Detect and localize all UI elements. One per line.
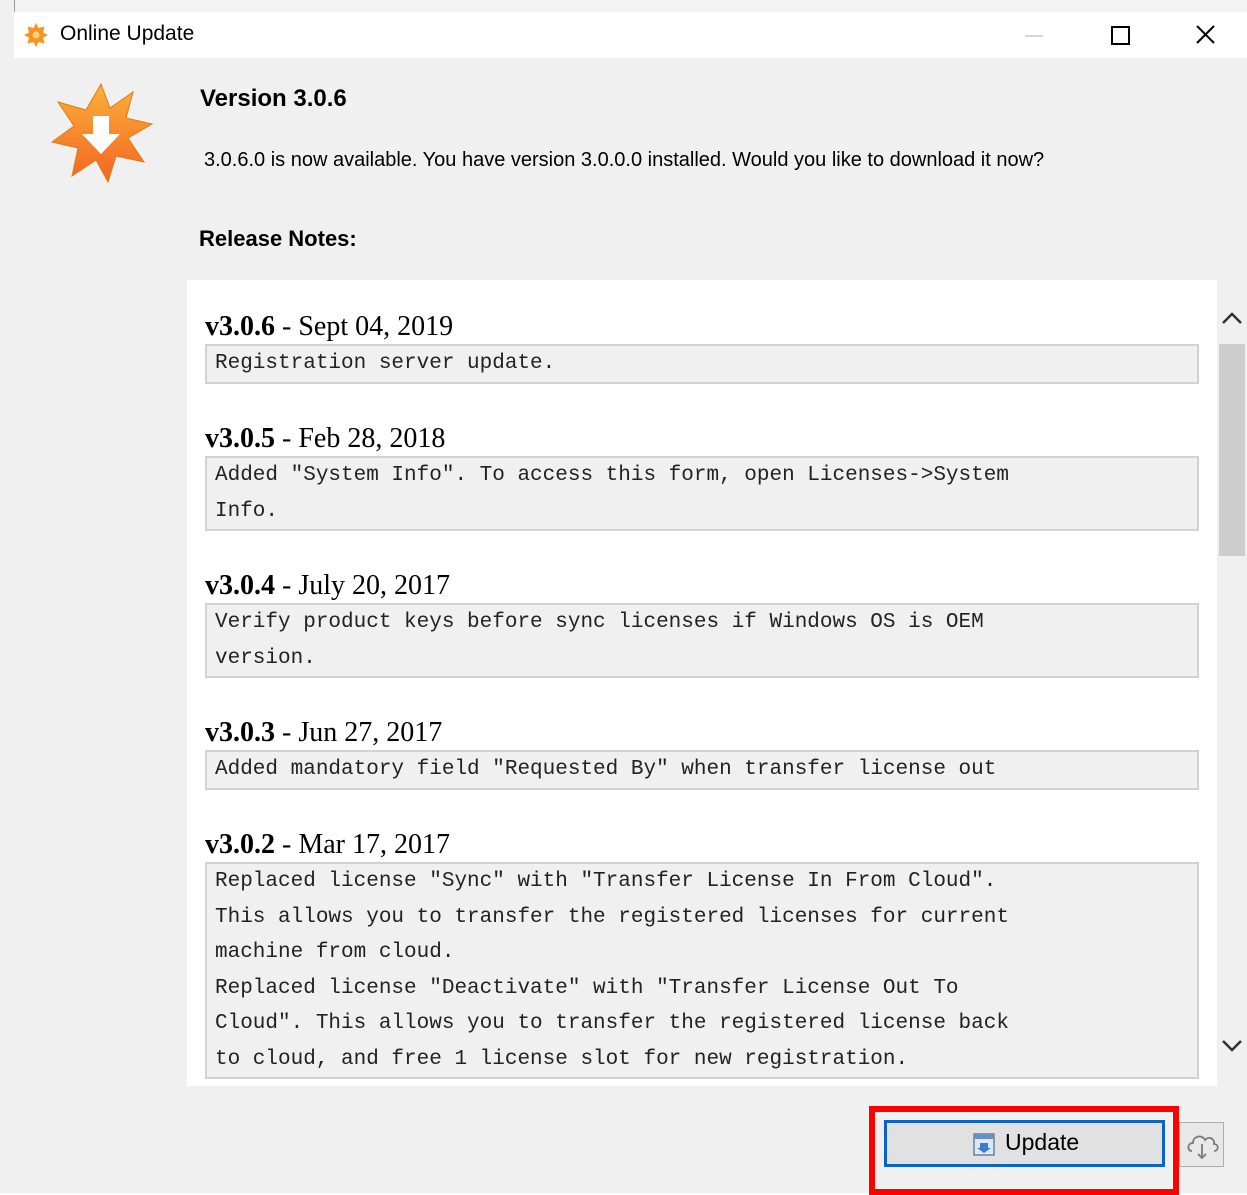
scroll-up-arrow-icon[interactable] — [1217, 304, 1247, 334]
release-note-version: v3.0.2 — [205, 829, 275, 860]
close-icon — [1196, 25, 1215, 44]
minimize-button[interactable] — [997, 12, 1077, 58]
cloud-download-button[interactable] — [1179, 1122, 1224, 1167]
release-notes-panel[interactable]: v3.0.6 - Sept 04, 2019 Registration serv… — [187, 280, 1217, 1086]
scrollbar-thumb[interactable] — [1219, 344, 1245, 556]
release-note: v3.0.3 - Jun 27, 2017 Added mandatory fi… — [205, 716, 1199, 790]
release-note: v3.0.4 - July 20, 2017 Verify product ke… — [205, 569, 1199, 678]
release-note-date: - Jun 27, 2017 — [275, 717, 443, 748]
release-note-body: Registration server update. — [205, 344, 1199, 384]
release-note-heading: v3.0.6 - Sept 04, 2019 — [205, 310, 1199, 344]
release-note-heading: v3.0.2 - Mar 17, 2017 — [205, 828, 1199, 862]
update-button-label: Update — [1005, 1129, 1080, 1155]
release-note-date: - July 20, 2017 — [275, 570, 450, 601]
version-title: Version 3.0.6 — [200, 85, 347, 112]
release-note-version: v3.0.5 — [205, 423, 275, 454]
release-note: v3.0.6 - Sept 04, 2019 Registration serv… — [205, 310, 1199, 384]
release-note-body: Verify product keys before sync licenses… — [205, 603, 1199, 678]
availability-message: 3.0.6.0 is now available. You have versi… — [204, 149, 1045, 171]
release-note-date: - Feb 28, 2018 — [275, 423, 446, 454]
maximize-button[interactable] — [1080, 12, 1160, 58]
cloud-download-icon — [1187, 1135, 1219, 1160]
release-notes-label: Release Notes: — [199, 226, 357, 251]
release-note-version: v3.0.3 — [205, 717, 275, 748]
update-button[interactable]: Update — [884, 1120, 1165, 1167]
release-note-body: Added mandatory field "Requested By" whe… — [205, 750, 1199, 790]
maximize-icon — [1111, 26, 1130, 45]
release-note-body: Replaced license "Sync" with "Transfer L… — [205, 862, 1199, 1079]
app-badge-icon — [24, 23, 48, 47]
scroll-down-arrow-icon[interactable] — [1217, 1030, 1247, 1060]
title-bar[interactable]: Online Update — [14, 12, 1247, 58]
window-title: Online Update — [60, 22, 195, 45]
online-update-dialog: Online Update Version 3.0.6 3.0.6.0 is n… — [14, 12, 1247, 1195]
release-note-version: v3.0.4 — [205, 570, 275, 601]
release-note-date: - Mar 17, 2017 — [275, 829, 450, 860]
release-note-heading: v3.0.4 - July 20, 2017 — [205, 569, 1199, 603]
release-note: v3.0.5 - Feb 28, 2018 Added "System Info… — [205, 422, 1199, 531]
update-badge-icon — [50, 82, 154, 184]
release-note-version: v3.0.6 — [205, 311, 275, 342]
minimize-icon — [1025, 35, 1043, 37]
release-note: v3.0.2 - Mar 17, 2017 Replaced license "… — [205, 828, 1199, 1079]
installer-package-icon — [973, 1133, 995, 1156]
release-note-body: Added "System Info". To access this form… — [205, 456, 1199, 531]
release-note-heading: v3.0.3 - Jun 27, 2017 — [205, 716, 1199, 750]
background-window-left-edge — [0, 0, 15, 1193]
release-note-heading: v3.0.5 - Feb 28, 2018 — [205, 422, 1199, 456]
close-button[interactable] — [1164, 12, 1244, 58]
release-note-date: - Sept 04, 2019 — [275, 311, 454, 342]
